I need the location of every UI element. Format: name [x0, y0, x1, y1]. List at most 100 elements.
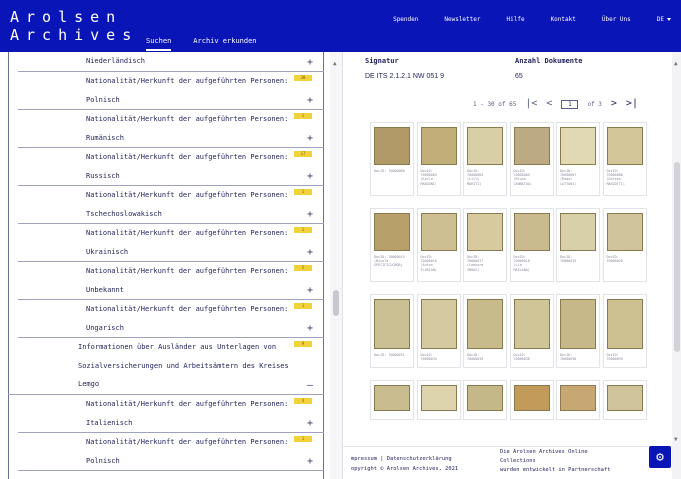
document-thumbnail[interactable]: DocID: 70000000 — [370, 122, 414, 196]
tree-row[interactable]: Nationalität/Herkunft der aufgeführten P… — [18, 262, 324, 300]
document-scan-image — [606, 299, 643, 349]
document-thumbnail[interactable]: DocID: 70000007 (Roger CATTONI) — [556, 122, 600, 196]
document-thumbnail[interactable]: DocID: 70000015 (Nicola SPECIFICUCNOR) — [370, 208, 414, 282]
tree-row[interactable]: Nationalität/Herkunft der aufgeführten P… — [18, 395, 324, 433]
tree-row[interactable]: Nationalität/Herkunft der aufgeführten P… — [18, 300, 324, 338]
footer-right-line-3: wurden entwickelt in Partnerschaft — [500, 467, 611, 473]
tree-row-label: Rumänisch — [86, 133, 124, 142]
tree-row-label: Nationalität/Herkunft der aufgeführten P… — [86, 229, 289, 237]
nav-ueber-uns[interactable]: Über Uns — [602, 16, 631, 23]
document-thumbnail[interactable]: DocID: 70000035 — [463, 294, 507, 368]
document-thumbnail[interactable]: DocID: 70000038 — [556, 294, 600, 368]
arolsen-logo[interactable]: Arolsen Archives — [10, 8, 138, 44]
tree-row-label: Nationalität/Herkunft der aufgeführten P… — [86, 305, 289, 313]
document-scan-image — [420, 213, 457, 251]
nav-suchen[interactable]: Suchen — [146, 37, 172, 51]
document-scan-image — [513, 127, 550, 165]
expand-icon[interactable]: + — [304, 456, 316, 467]
document-thumbnail[interactable]: DocID: 70000019 — [556, 208, 600, 282]
document-id-caption: DocID: 70000036 — [513, 353, 530, 362]
document-thumbnail[interactable] — [463, 380, 507, 420]
last-page-button[interactable]: >| — [626, 99, 638, 109]
nav-hilfe[interactable]: Hilfe — [507, 16, 525, 23]
document-thumbnail[interactable]: DocID: 70000034 — [416, 294, 461, 368]
footer-copyright: opyright © Arolsen Archives, 2021 — [351, 466, 459, 472]
tree-row[interactable]: Nationalität/Herkunft der aufgeführten P… — [18, 148, 324, 186]
expand-icon[interactable]: + — [304, 95, 316, 106]
nav-spenden[interactable]: Spenden — [393, 16, 418, 23]
language-label: DE — [656, 16, 664, 23]
document-thumbnail[interactable]: DocID: 70000031 — [370, 294, 414, 368]
expand-icon[interactable]: + — [304, 171, 316, 182]
scroll-up-icon[interactable]: ▲ — [674, 60, 678, 67]
footer-links[interactable]: mpressum | Datenschutzerklärung — [351, 456, 452, 462]
document-thumbnail[interactable]: DocID: 70000039 — [602, 294, 647, 368]
nav-newsletter[interactable]: Newsletter — [444, 16, 480, 23]
document-thumbnail[interactable] — [509, 380, 554, 420]
tree-row[interactable]: Nationalität/Herkunft der aufgeführten P… — [18, 110, 324, 148]
document-thumbnail[interactable]: DocID: 70000003 (Karla MANZONI) — [416, 122, 461, 196]
document-thumbnail[interactable] — [556, 380, 600, 420]
document-id-caption: DocID: 70000015 (Nicola SPECIFICUCNOR) — [374, 255, 405, 268]
document-scroll-thumb[interactable] — [674, 162, 680, 352]
document-thumbnail[interactable]: DocID: 70000005 (Bruno CANNATOA) — [509, 122, 554, 196]
tree-row[interactable]: Nationalität/Herkunft der aufgeführten P… — [18, 72, 324, 110]
tree-row[interactable]: Niederländisch + — [18, 52, 324, 72]
expand-icon[interactable]: + — [304, 133, 316, 144]
document-thumbnail[interactable]: DocID: 70000018 (Lia MAZLANA) — [509, 208, 554, 282]
document-thumbnail[interactable]: DocID: 70000016 (Anton FLORIAN) — [416, 208, 461, 282]
document-thumbnail[interactable] — [416, 380, 461, 420]
logo-line-1: Arolsen — [10, 8, 123, 26]
language-selector[interactable]: DE — [657, 16, 671, 23]
collapse-icon[interactable]: – — [304, 380, 316, 391]
nav-kontakt[interactable]: Kontakt — [551, 16, 576, 23]
expand-icon[interactable]: + — [304, 247, 316, 258]
tree-scrollbar[interactable]: ▲ — [330, 52, 342, 479]
tree-row-label: Nationalität/Herkunft der aufgeführten P… — [86, 400, 289, 408]
page-number-input[interactable]: 1 — [561, 99, 579, 109]
document-thumbnail[interactable] — [370, 380, 414, 420]
document-scan-image — [513, 213, 550, 251]
document-thumbnail[interactable] — [602, 380, 647, 420]
count-badge: 1 — [294, 113, 312, 119]
document-thumbnail[interactable]: DocID: 70000036 — [509, 294, 554, 368]
tree-row-label: Lemgo — [78, 380, 100, 388]
document-id-caption: DocID: 70000019 — [560, 255, 577, 264]
tree-row[interactable]: Nationalität/Herkunft der aufgeführten P… — [18, 433, 324, 471]
document-scrollbar[interactable]: ▲ ▼ — [672, 52, 681, 479]
document-scan-image — [374, 385, 410, 411]
document-scan-image — [374, 127, 410, 165]
anzahl-label: Anzahl Dokumente — [515, 57, 583, 65]
scroll-up-icon[interactable]: ▲ — [333, 60, 337, 67]
tree-section-row[interactable]: Informationen über Ausländer aus Unterla… — [8, 338, 324, 395]
tree-row-label: Nationalität/Herkunft der aufgeführten P… — [86, 267, 289, 275]
document-thumbnail[interactable]: DocID: 70000008 (Doreen MARZOTTI) — [602, 122, 647, 196]
nav-archiv-erkunden[interactable]: Archiv erkunden — [193, 37, 256, 51]
scroll-down-icon[interactable]: ▼ — [674, 436, 678, 443]
document-thumbnail[interactable]: DocID: 70000017 (Leonard IMHAS) — [463, 208, 507, 282]
expand-icon[interactable]: + — [304, 285, 316, 296]
expand-icon[interactable]: + — [304, 418, 316, 429]
expand-icon[interactable]: + — [304, 209, 316, 220]
pagination: 1 - 30 of 65 |< < 1 of 3 > >| — [473, 99, 638, 109]
document-scan-image — [560, 385, 596, 411]
page-total: of 3 — [587, 100, 602, 108]
expand-icon[interactable]: + — [304, 57, 316, 68]
next-page-button[interactable]: > — [611, 99, 617, 109]
tree-row-label: Niederländisch — [86, 57, 146, 65]
prev-page-button[interactable]: < — [546, 99, 552, 109]
count-badge: 5 — [294, 265, 312, 271]
document-thumbnail[interactable]: DocID: 70000004 (Lilly MARITI) — [463, 122, 507, 196]
document-scan-image — [467, 127, 503, 165]
expand-icon[interactable]: + — [304, 323, 316, 334]
tree-row[interactable]: Nationalität/Herkunft der aufgeführten P… — [18, 186, 324, 224]
main-navigation: Suchen Archiv erkunden — [146, 37, 257, 51]
tree-row-label: Polnisch — [86, 456, 120, 465]
tree-row[interactable]: Nationalität/Herkunft der aufgeführten P… — [18, 224, 324, 262]
document-thumbnail[interactable]: DocID: 70000020 — [602, 208, 647, 282]
tree-scroll-thumb[interactable] — [333, 290, 339, 316]
document-id-caption: DocID: 70000038 — [560, 353, 577, 362]
chevron-down-icon — [667, 18, 671, 21]
first-page-button[interactable]: |< — [525, 99, 537, 109]
cookie-settings-button[interactable]: ⚙ — [649, 446, 671, 468]
